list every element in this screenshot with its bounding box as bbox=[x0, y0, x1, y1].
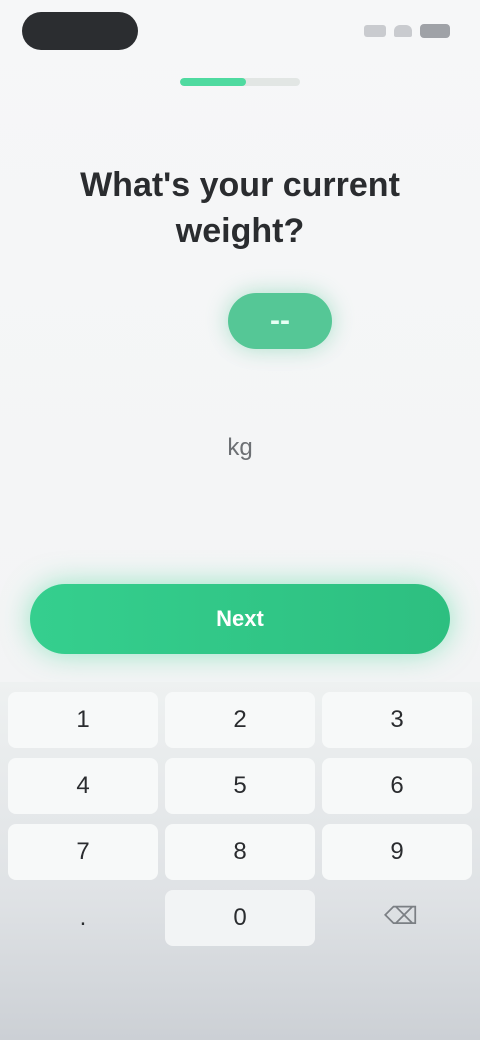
key-0[interactable]: 0 bbox=[165, 890, 315, 946]
value-display[interactable]: -- bbox=[200, 286, 360, 356]
battery-icon bbox=[420, 24, 450, 38]
value-pill: -- bbox=[228, 293, 332, 349]
signal-icon bbox=[364, 25, 386, 37]
wifi-icon bbox=[394, 25, 412, 37]
unit-label: kg bbox=[227, 434, 253, 461]
key-8[interactable]: 8 bbox=[165, 824, 315, 880]
backspace-icon[interactable]: ⌫ bbox=[378, 894, 422, 938]
question-title: What's your current weight? bbox=[80, 166, 400, 250]
numeric-keypad: 1 2 3 4 5 6 7 8 9 . 0 ⌫ bbox=[0, 682, 480, 1040]
status-bar bbox=[0, 0, 480, 64]
dynamic-island bbox=[22, 12, 138, 50]
next-button[interactable]: Next bbox=[30, 584, 450, 654]
status-icons bbox=[360, 22, 450, 40]
key-decimal[interactable]: . bbox=[8, 890, 158, 946]
key-3[interactable]: 3 bbox=[322, 692, 472, 748]
key-1[interactable]: 1 bbox=[8, 692, 158, 748]
key-2[interactable]: 2 bbox=[165, 692, 315, 748]
key-6[interactable]: 6 bbox=[322, 758, 472, 814]
key-9[interactable]: 9 bbox=[322, 824, 472, 880]
screen: What's your current weight? -- kg Next 1… bbox=[0, 0, 480, 1040]
progress-fill bbox=[180, 78, 246, 86]
key-5[interactable]: 5 bbox=[165, 758, 315, 814]
key-7[interactable]: 7 bbox=[8, 824, 158, 880]
progress-bar bbox=[180, 78, 300, 86]
key-4[interactable]: 4 bbox=[8, 758, 158, 814]
